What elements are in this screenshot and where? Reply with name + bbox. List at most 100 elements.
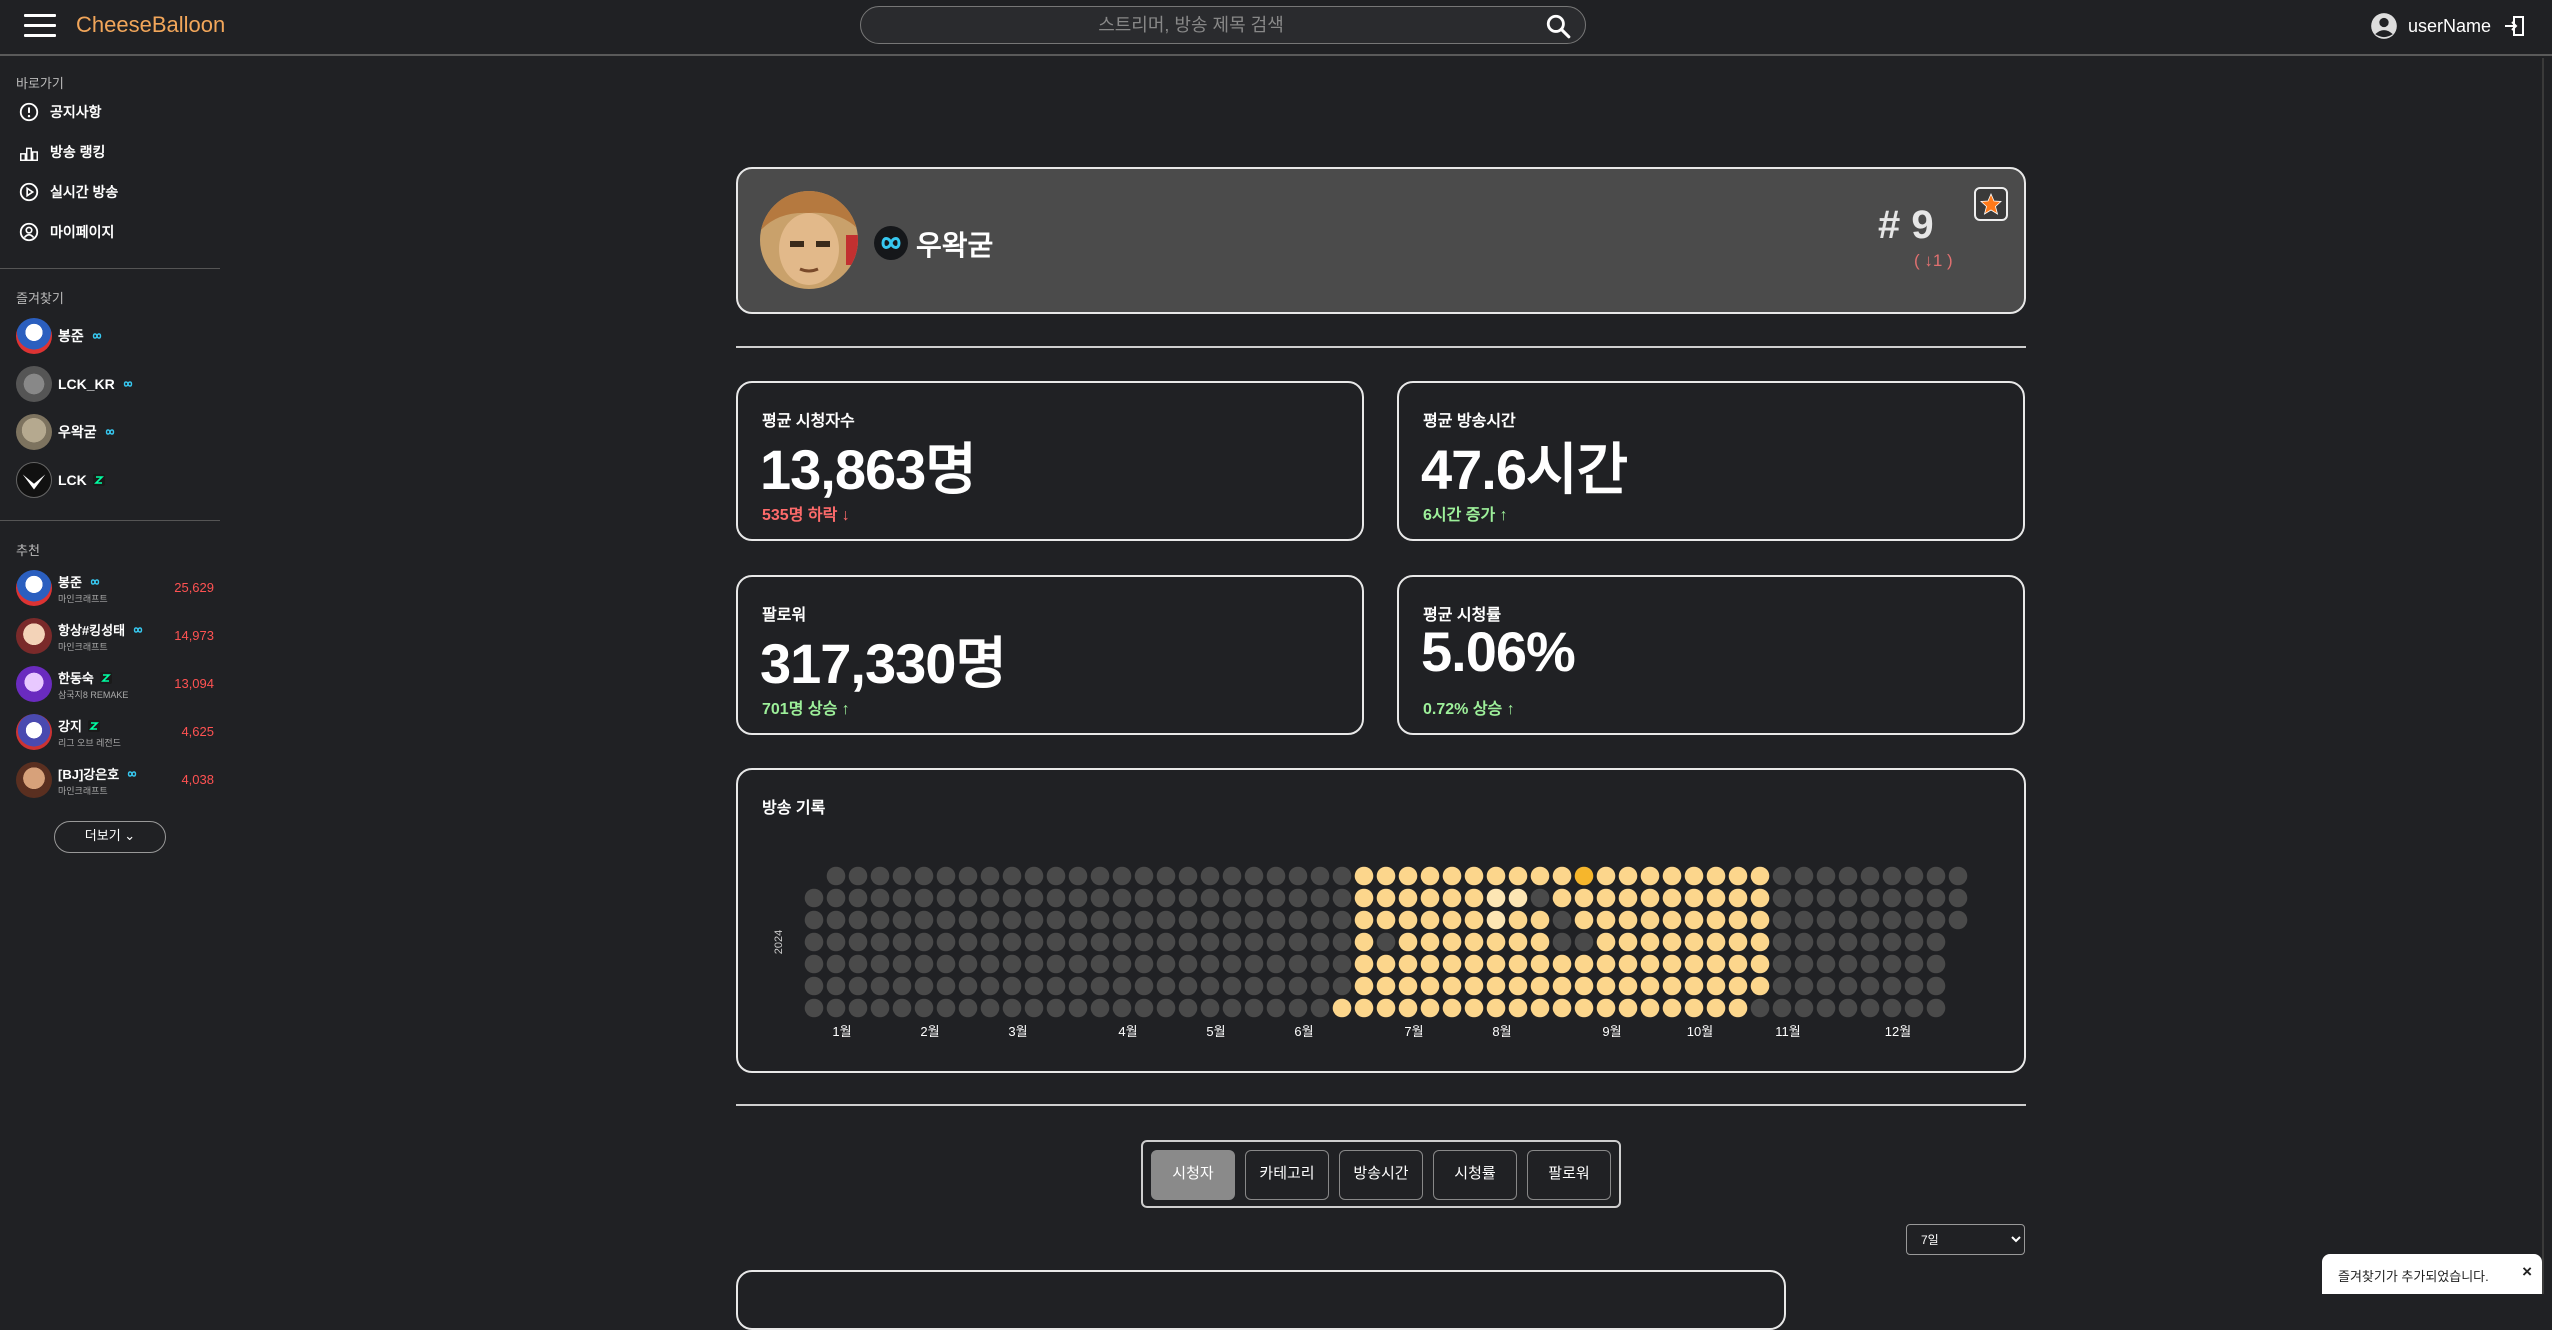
day-cell[interactable] <box>870 888 890 908</box>
day-cell[interactable] <box>1310 866 1330 886</box>
day-cell[interactable] <box>1068 866 1088 886</box>
day-cell[interactable] <box>1816 932 1836 952</box>
day-cell[interactable] <box>1200 932 1220 952</box>
day-cell[interactable] <box>1442 866 1462 886</box>
day-cell[interactable] <box>1530 976 1550 996</box>
day-cell[interactable] <box>1640 976 1660 996</box>
day-cell[interactable] <box>1816 910 1836 930</box>
day-cell[interactable] <box>1354 976 1374 996</box>
day-cell[interactable] <box>936 888 956 908</box>
day-cell[interactable] <box>1156 932 1176 952</box>
day-cell[interactable] <box>1794 866 1814 886</box>
day-cell[interactable] <box>1420 866 1440 886</box>
day-cell[interactable] <box>1156 976 1176 996</box>
sidebar-item-mypage[interactable]: 마이페이지 <box>18 218 114 246</box>
recommend-item[interactable]: 봉준 마인크래프트 25,629 <box>16 570 214 608</box>
day-cell[interactable] <box>1772 932 1792 952</box>
day-cell[interactable] <box>936 954 956 974</box>
day-cell[interactable] <box>914 888 934 908</box>
day-cell[interactable] <box>1706 998 1726 1018</box>
day-cell[interactable] <box>804 888 824 908</box>
day-cell[interactable] <box>1024 910 1044 930</box>
day-cell[interactable] <box>1948 910 1968 930</box>
day-cell[interactable] <box>1750 932 1770 952</box>
day-cell[interactable] <box>936 932 956 952</box>
day-cell[interactable] <box>870 954 890 974</box>
day-cell[interactable] <box>1794 932 1814 952</box>
day-cell[interactable] <box>826 910 846 930</box>
day-cell[interactable] <box>1882 888 1902 908</box>
day-cell[interactable] <box>1860 866 1880 886</box>
day-cell[interactable] <box>804 910 824 930</box>
sidebar-item-notice[interactable]: 공지사항 <box>18 98 102 126</box>
day-cell[interactable] <box>1398 866 1418 886</box>
sidebar-item-live[interactable]: 실시간 방송 <box>18 178 118 206</box>
day-cell[interactable] <box>1112 998 1132 1018</box>
day-cell[interactable] <box>1640 954 1660 974</box>
favorite-item[interactable]: 봉준 <box>16 318 104 354</box>
day-cell[interactable] <box>1332 976 1352 996</box>
day-cell[interactable] <box>1420 910 1440 930</box>
sidebar-item-ranking[interactable]: 방송 랭킹 <box>18 138 105 166</box>
day-cell[interactable] <box>1508 954 1528 974</box>
day-cell[interactable] <box>1882 866 1902 886</box>
day-cell[interactable] <box>1310 910 1330 930</box>
day-cell[interactable] <box>848 932 868 952</box>
day-cell[interactable] <box>1728 866 1748 886</box>
day-cell[interactable] <box>1530 954 1550 974</box>
day-cell[interactable] <box>1002 998 1022 1018</box>
day-cell[interactable] <box>1112 888 1132 908</box>
username[interactable]: userName <box>2408 16 2491 37</box>
day-cell[interactable] <box>914 910 934 930</box>
day-cell[interactable] <box>1134 932 1154 952</box>
day-cell[interactable] <box>1552 998 1572 1018</box>
day-cell[interactable] <box>1662 888 1682 908</box>
day-cell[interactable] <box>1002 932 1022 952</box>
day-cell[interactable] <box>1838 866 1858 886</box>
day-cell[interactable] <box>804 976 824 996</box>
day-cell[interactable] <box>958 998 978 1018</box>
day-cell[interactable] <box>1112 932 1132 952</box>
day-cell[interactable] <box>1024 998 1044 1018</box>
day-cell[interactable] <box>1112 976 1132 996</box>
more-button[interactable]: 더보기 ⌄ <box>54 821 166 853</box>
day-cell[interactable] <box>1068 998 1088 1018</box>
day-cell[interactable] <box>1838 910 1858 930</box>
day-cell[interactable] <box>1222 998 1242 1018</box>
day-cell[interactable] <box>1662 954 1682 974</box>
day-cell[interactable] <box>1706 910 1726 930</box>
day-cell[interactable] <box>1442 954 1462 974</box>
day-cell[interactable] <box>1574 932 1594 952</box>
day-cell[interactable] <box>1574 954 1594 974</box>
day-cell[interactable] <box>1860 976 1880 996</box>
scrollbar[interactable] <box>2542 58 2544 1294</box>
day-cell[interactable] <box>1552 954 1572 974</box>
day-cell[interactable] <box>1486 888 1506 908</box>
day-cell[interactable] <box>936 866 956 886</box>
day-cell[interactable] <box>892 932 912 952</box>
day-cell[interactable] <box>1332 932 1352 952</box>
day-cell[interactable] <box>1904 932 1924 952</box>
day-cell[interactable] <box>1200 976 1220 996</box>
day-cell[interactable] <box>1398 998 1418 1018</box>
day-cell[interactable] <box>1178 866 1198 886</box>
day-cell[interactable] <box>1200 866 1220 886</box>
day-cell[interactable] <box>1618 976 1638 996</box>
day-cell[interactable] <box>1178 910 1198 930</box>
day-cell[interactable] <box>1354 866 1374 886</box>
day-cell[interactable] <box>892 866 912 886</box>
day-cell[interactable] <box>1596 976 1616 996</box>
day-cell[interactable] <box>1244 954 1264 974</box>
day-cell[interactable] <box>1706 888 1726 908</box>
day-cell[interactable] <box>804 954 824 974</box>
day-cell[interactable] <box>1464 998 1484 1018</box>
day-cell[interactable] <box>1244 888 1264 908</box>
day-cell[interactable] <box>1134 998 1154 1018</box>
day-cell[interactable] <box>1750 888 1770 908</box>
day-cell[interactable] <box>1090 976 1110 996</box>
day-cell[interactable] <box>1486 932 1506 952</box>
day-cell[interactable] <box>980 932 1000 952</box>
day-cell[interactable] <box>1464 888 1484 908</box>
day-cell[interactable] <box>1134 954 1154 974</box>
day-cell[interactable] <box>1904 998 1924 1018</box>
